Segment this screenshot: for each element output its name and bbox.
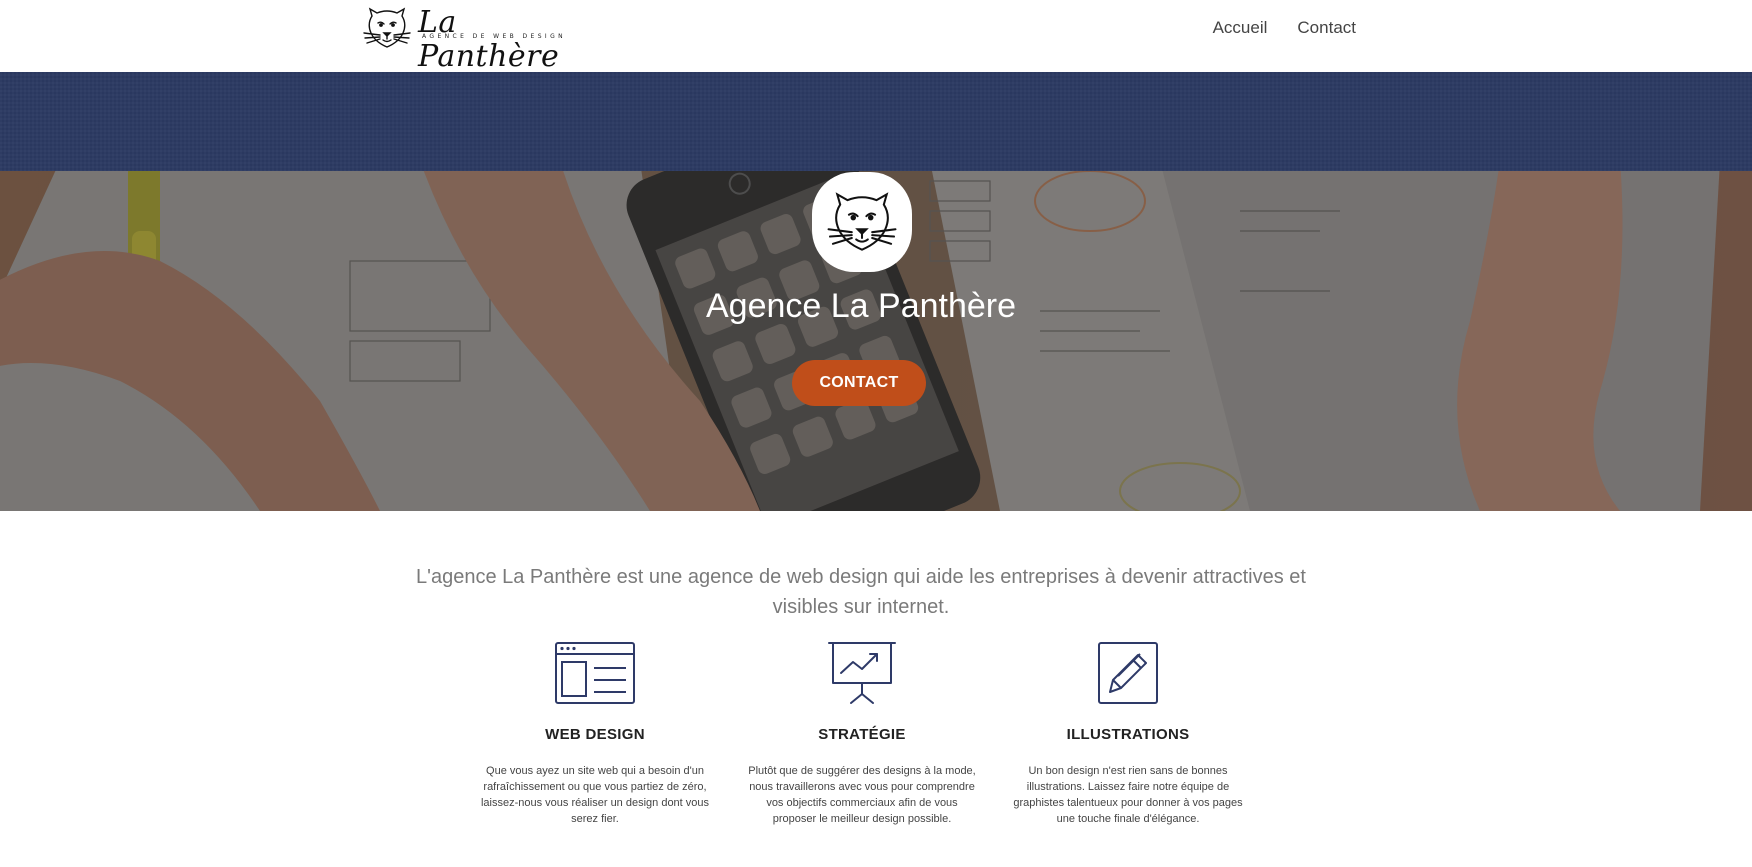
pencil-icon [1008,640,1248,708]
service-description: Un bon design n'est rien sans de bonnes … [1013,765,1243,825]
logo-title: La Panthère [418,5,560,74]
site-logo[interactable]: La Panthère Agence de web design [362,6,588,74]
logo-subtitle: Agence de web design [422,33,567,40]
service-strategy: STRATÉGIE Plutôt que de suggérer des des… [742,640,982,827]
nav-link-accueil[interactable]: Accueil [1213,18,1268,38]
hero-logo-badge [812,172,912,272]
service-description: Plutôt que de suggérer des designs à la … [748,765,976,825]
nav-link-contact[interactable]: Contact [1297,18,1356,38]
web-design-icon [475,640,715,708]
service-web-design: WEB DESIGN Que vous ayez un site web qui… [475,640,715,827]
strategy-chart-icon [742,640,982,708]
hero-title: Agence La Panthère [705,287,1017,325]
panther-icon [827,192,897,251]
site-header: La Panthère Agence de web design Accueil… [0,0,1752,74]
service-title: ILLUSTRATIONS [1066,726,1190,743]
header-banner-band [0,72,1752,172]
intro-text: L'agence La Panthère est une agence de w… [416,566,1306,618]
panther-logo-icon [363,7,411,48]
service-title: WEB DESIGN [545,726,645,743]
service-illustrations: ILLUSTRATIONS Un bon design n'est rien s… [1008,640,1248,827]
service-description: Que vous ayez un site web qui a besoin d… [480,765,710,825]
hero-section: Agence La Panthère CONTACT [0,171,1752,511]
logo-text: La Panthère Agence de web design [418,6,588,74]
service-title: STRATÉGIE [818,726,906,743]
main-nav: Accueil Contact [1213,18,1356,38]
contact-button[interactable]: CONTACT [792,360,926,406]
